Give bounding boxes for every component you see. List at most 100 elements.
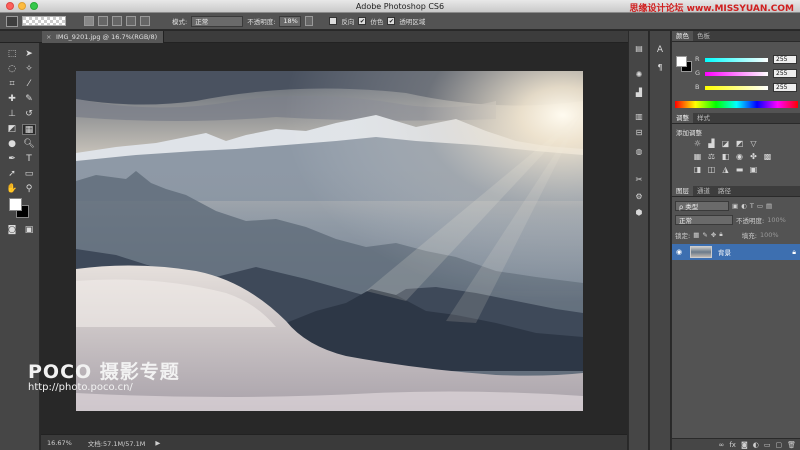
curves-icon[interactable]: ◪ — [720, 139, 731, 149]
layer-opacity-value[interactable]: 100% — [767, 216, 786, 224]
mode-select[interactable]: 正常 — [191, 15, 244, 27]
invert-icon[interactable]: ◨ — [692, 165, 703, 175]
histogram-panel-icon[interactable]: ▟ — [633, 87, 645, 98]
filter-type-icon[interactable]: T — [750, 202, 754, 210]
actions-panel-icon[interactable]: ▥ — [633, 111, 645, 122]
blue-slider[interactable] — [705, 86, 768, 90]
angle-gradient-button[interactable] — [112, 16, 122, 26]
tab-layers[interactable]: 图层 — [672, 186, 693, 196]
new-group-icon[interactable]: ▭ — [764, 439, 771, 450]
document-info[interactable]: 文档:57.1M/57.1M — [88, 438, 146, 448]
red-slider-row[interactable]: R 255 — [695, 55, 799, 65]
healing-brush-tool-icon[interactable]: ✚ — [5, 94, 19, 105]
filter-smart-icon[interactable]: ▤ — [766, 202, 772, 210]
threshold-icon[interactable]: ◮ — [720, 165, 731, 175]
foreground-color-swatch[interactable] — [9, 198, 22, 211]
lock-position-icon[interactable]: ✥ — [711, 231, 716, 239]
rectangle-tool-icon[interactable]: ▭ — [22, 169, 36, 180]
filter-shape-icon[interactable]: ▭ — [757, 202, 763, 210]
dodge-tool-icon[interactable]: 🔍︎ — [22, 139, 36, 150]
status-menu-arrow-icon[interactable]: ▶ — [155, 439, 160, 447]
vibrance-icon[interactable]: ▽ — [748, 139, 759, 149]
filter-pixel-icon[interactable]: ▣ — [732, 202, 738, 210]
transparency-checkbox[interactable]: ✔ — [387, 17, 396, 25]
link-layers-icon[interactable]: ∞ — [719, 439, 725, 450]
gradient-tool-icon[interactable]: ▦ — [22, 124, 36, 135]
gradient-picker[interactable] — [22, 16, 66, 26]
layer-row[interactable]: ◉ 背景 🔒︎ — [672, 244, 800, 260]
green-slider-row[interactable]: G 255 — [695, 69, 799, 79]
blur-tool-icon[interactable]: ● — [5, 139, 19, 150]
properties-panel-icon[interactable]: ⊟ — [633, 127, 645, 138]
new-layer-icon[interactable]: ▢ — [775, 439, 782, 450]
color-lookup-icon[interactable]: ▩ — [762, 152, 773, 162]
tab-swatches[interactable]: 色板 — [693, 31, 714, 41]
filter-adjustment-icon[interactable]: ◐ — [741, 202, 747, 210]
lock-all-icon[interactable]: 🔒︎ — [719, 230, 722, 239]
layer-filter-select[interactable]: ρ 类型 — [675, 200, 729, 211]
tool-presets-panel-icon[interactable]: ✂ — [633, 174, 645, 185]
opacity-input[interactable]: 18% — [279, 15, 302, 27]
selective-color-icon[interactable]: ▣ — [748, 165, 759, 175]
paragraph-panel-icon[interactable]: ¶ — [654, 62, 666, 73]
tab-paths[interactable]: 路径 — [714, 186, 735, 196]
visibility-eye-icon[interactable]: ◉ — [676, 248, 686, 256]
blue-slider-row[interactable]: B 255 — [695, 83, 799, 93]
crop-tool-icon[interactable]: ⌗ — [5, 79, 19, 90]
character-panel-icon[interactable]: A — [654, 45, 666, 56]
tab-channels[interactable]: 通道 — [693, 186, 714, 196]
tab-color[interactable]: 颜色 — [672, 31, 693, 41]
dither-checkbox[interactable]: ✔ — [358, 17, 367, 25]
zoom-level[interactable]: 16.67% — [47, 439, 72, 447]
delete-layer-icon[interactable]: 🗑︎ — [787, 439, 796, 450]
document-tab[interactable]: × IMG_9201.jpg @ 16.7%(RGB/8) — [42, 31, 165, 43]
history-brush-tool-icon[interactable]: ↺ — [22, 109, 36, 120]
opacity-dropdown-button[interactable] — [305, 16, 314, 26]
posterize-icon[interactable]: ◫ — [706, 165, 717, 175]
clone-stamp-tool-icon[interactable]: ⊥ — [5, 109, 19, 120]
blue-value-input[interactable]: 255 — [773, 83, 797, 92]
pen-tool-icon[interactable]: ✒ — [5, 154, 19, 165]
gradient-map-icon[interactable]: ▬ — [734, 165, 745, 175]
eraser-tool-icon[interactable]: ◩ — [5, 124, 19, 135]
brush-presets-panel-icon[interactable]: ✺ — [633, 69, 645, 80]
reverse-checkbox[interactable] — [329, 17, 338, 25]
black-white-icon[interactable]: ◧ — [720, 152, 731, 162]
brush-tool-icon[interactable]: ✎ — [22, 94, 36, 105]
color-spectrum-bar[interactable] — [675, 101, 798, 108]
channel-mixer-icon[interactable]: ✤ — [748, 152, 759, 162]
green-value-input[interactable]: 255 — [773, 69, 797, 78]
brightness-icon[interactable]: ☼ — [692, 139, 703, 149]
radial-gradient-button[interactable] — [98, 16, 108, 26]
screen-mode-icon[interactable]: ▣ — [22, 225, 36, 236]
3d-panel-icon[interactable]: ⬢ — [633, 207, 645, 218]
blend-mode-select[interactable]: 正常 — [675, 214, 733, 225]
hue-saturation-icon[interactable]: ▦ — [692, 152, 703, 162]
red-slider[interactable] — [705, 58, 768, 62]
red-value-input[interactable]: 255 — [773, 55, 797, 64]
tab-styles[interactable]: 样式 — [693, 113, 714, 123]
gradient-tool-preset-icon[interactable] — [6, 15, 18, 27]
layer-style-icon[interactable]: fx — [729, 439, 736, 450]
reflected-gradient-button[interactable] — [126, 16, 136, 26]
lock-transparent-icon[interactable]: ▦ — [693, 231, 699, 239]
magic-wand-tool-icon[interactable]: ✧ — [22, 64, 36, 75]
levels-icon[interactable]: ▟ — [706, 139, 717, 149]
tab-adjustments[interactable]: 调整 — [672, 113, 693, 123]
diamond-gradient-button[interactable] — [140, 16, 150, 26]
lock-image-icon[interactable]: ✎ — [702, 231, 707, 239]
zoom-tool-icon[interactable]: ⚲ — [22, 184, 36, 195]
exposure-icon[interactable]: ◩ — [734, 139, 745, 149]
add-mask-icon[interactable]: ◙ — [741, 439, 748, 450]
path-selection-tool-icon[interactable]: ➚ — [5, 169, 19, 180]
color-balance-icon[interactable]: ⚖ — [706, 152, 717, 162]
linear-gradient-button[interactable] — [84, 16, 94, 26]
panel-foreground-swatch[interactable] — [676, 56, 687, 67]
lasso-tool-icon[interactable]: ◌ — [5, 64, 19, 75]
channels-panel-icon[interactable]: ◍ — [633, 146, 645, 157]
hand-tool-icon[interactable]: ✋ — [5, 184, 19, 195]
close-tab-icon[interactable]: × — [46, 31, 51, 43]
move-tool-icon[interactable]: ➤ — [22, 49, 36, 60]
fill-value[interactable]: 100% — [760, 231, 779, 239]
photo-filter-icon[interactable]: ◉ — [734, 152, 745, 162]
